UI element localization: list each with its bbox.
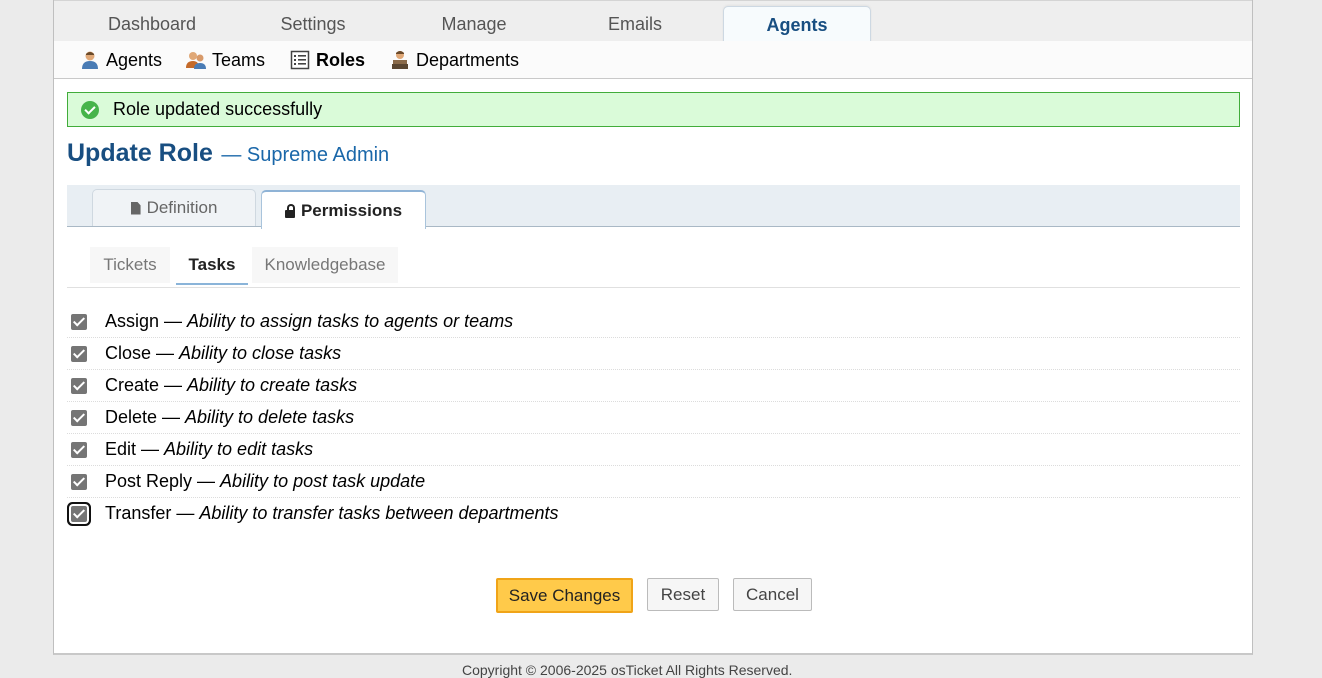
subnav-label-departments: Departments — [416, 49, 520, 70]
tab-definition-label: Definition — [146, 198, 218, 217]
permission-row: Edit — Ability to edit tasks — [67, 434, 1240, 466]
tab-permissions[interactable]: Permissions — [261, 190, 426, 229]
success-banner: Role updated successfully — [67, 92, 1240, 127]
permission-row: Delete — Ability to delete tasks — [67, 402, 1240, 434]
tab-permissions-label: Permissions — [300, 200, 403, 220]
permission-description: Ability to edit tasks — [164, 439, 314, 459]
nav-tab-manage[interactable]: Manage — [401, 1, 547, 41]
permission-name: Create — [105, 375, 160, 395]
subnav-item-teams[interactable]: Teams — [186, 48, 265, 72]
permission-row: Post Reply — Ability to post task update — [67, 466, 1240, 498]
department-icon — [390, 50, 410, 70]
permission-description: Ability to close tasks — [179, 343, 342, 363]
sub-nav: Agents Teams Roles Departments — [54, 41, 1252, 79]
permission-name: Assign — [105, 311, 160, 331]
permission-row: Create — Ability to create tasks — [67, 370, 1240, 402]
subtab-tasks[interactable]: Tasks — [176, 247, 248, 285]
permission-row: Assign — Ability to assign tasks to agent… — [67, 306, 1240, 338]
separator: — — [141, 439, 160, 459]
nav-tab-emails[interactable]: Emails — [562, 1, 708, 41]
permission-description: Ability to post task update — [220, 471, 426, 491]
permission-name: Delete — [105, 407, 158, 427]
permission-list: Assign — Ability to assign tasks to agent… — [67, 306, 1240, 529]
permission-checkbox[interactable] — [71, 441, 87, 458]
separator: — — [162, 407, 181, 427]
subnav-label-roles: Roles — [316, 49, 366, 70]
page-container: Dashboard Settings Manage Emails Agents … — [53, 0, 1253, 655]
permission-description: Ability to transfer tasks between depart… — [199, 503, 559, 523]
subnav-item-agents[interactable]: Agents — [80, 48, 162, 72]
team-icon — [186, 50, 206, 70]
separator: — — [176, 503, 195, 523]
check-circle-icon — [81, 100, 99, 119]
permission-checkbox[interactable] — [71, 345, 87, 362]
subnav-label-teams: Teams — [212, 49, 266, 70]
permission-checkbox[interactable] — [71, 313, 87, 330]
permission-checkbox[interactable] — [71, 377, 87, 394]
permission-row: Close — Ability to close tasks — [67, 338, 1240, 370]
permission-name: Edit — [105, 439, 137, 459]
document-icon — [130, 201, 141, 215]
permission-name: Post Reply — [105, 471, 193, 491]
page-title-main: Update Role — [67, 139, 213, 167]
separator: — — [164, 375, 183, 395]
agent-icon — [80, 50, 100, 70]
separator: — — [197, 471, 216, 491]
permission-row: Transfer — Ability to transfer tasks betw… — [67, 498, 1240, 529]
permission-checkbox[interactable] — [71, 409, 87, 426]
footer-copyright: Copyright © 2006-2025 osTicket All Right… — [462, 662, 793, 678]
permission-description: Ability to assign tasks to agents or tea… — [187, 311, 514, 331]
roles-list-icon — [290, 50, 310, 70]
permission-description: Ability to delete tasks — [185, 407, 355, 427]
subnav-label-agents: Agents — [106, 49, 163, 70]
permission-checkbox[interactable] — [71, 473, 87, 490]
page-title: Update Role — Supreme Admin — [67, 139, 389, 168]
subnav-item-departments[interactable]: Departments — [390, 48, 519, 72]
nav-tab-settings[interactable]: Settings — [240, 1, 386, 41]
permission-category-tabs: Tickets Tasks Knowledgebase — [67, 244, 1240, 288]
reset-button[interactable]: Reset — [647, 578, 719, 611]
cancel-button[interactable]: Cancel — [733, 578, 812, 611]
permission-description: Ability to create tasks — [187, 375, 358, 395]
lock-icon — [284, 203, 295, 218]
tab-definition[interactable]: Definition — [92, 189, 256, 226]
page-title-role-name: — Supreme Admin — [221, 144, 390, 166]
nav-tab-agents[interactable]: Agents — [723, 6, 871, 43]
permission-checkbox[interactable] — [71, 505, 87, 522]
subtab-tickets[interactable]: Tickets — [90, 247, 170, 283]
separator: — — [156, 343, 175, 363]
success-message: Role updated successfully — [113, 99, 323, 119]
save-changes-button[interactable]: Save Changes — [496, 578, 633, 613]
top-nav: Dashboard Settings Manage Emails Agents — [54, 0, 1252, 43]
subnav-item-roles[interactable]: Roles — [290, 48, 365, 72]
permission-name: Close — [105, 343, 152, 363]
separator: — — [164, 311, 183, 331]
permission-name: Transfer — [105, 503, 172, 523]
subtab-knowledgebase[interactable]: Knowledgebase — [252, 247, 398, 283]
nav-tab-dashboard[interactable]: Dashboard — [79, 1, 225, 41]
main-tab-strip: Definition Permissions — [67, 185, 1240, 229]
